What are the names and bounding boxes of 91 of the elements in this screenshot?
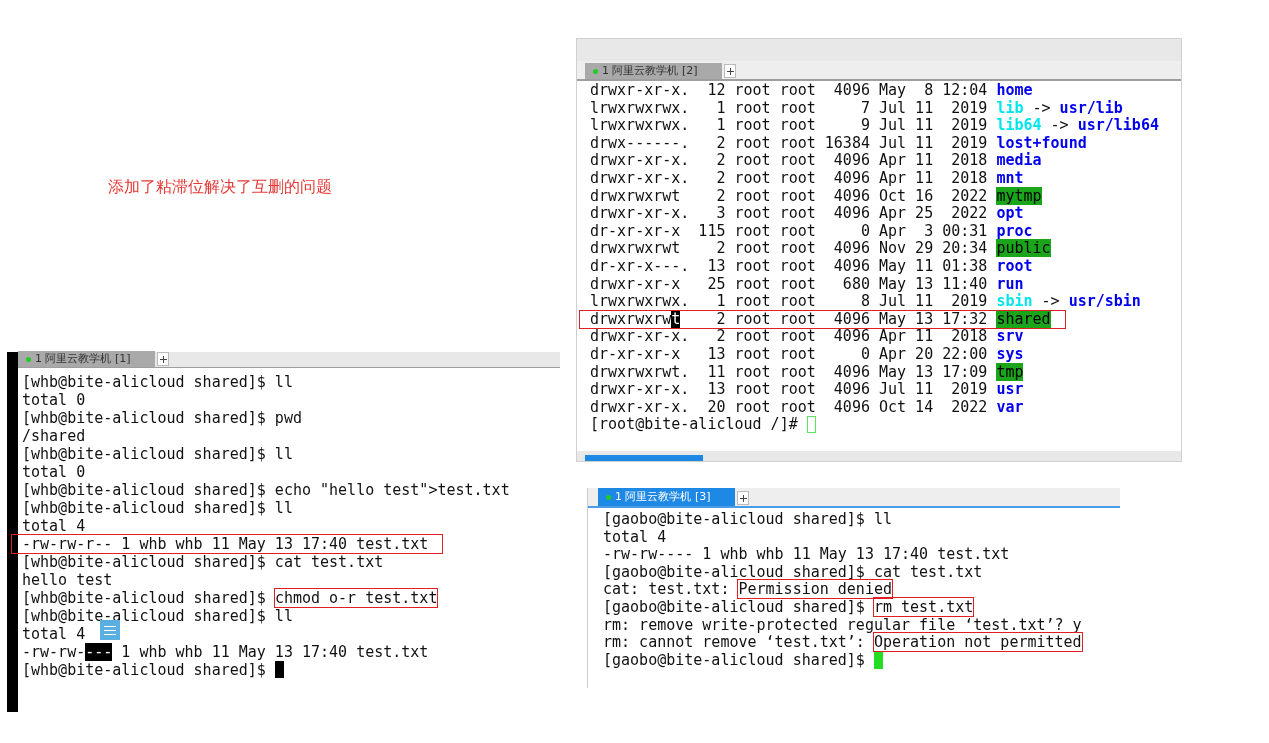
terminal-text: Permission denied [738, 580, 892, 599]
directory-name: lost+found [996, 133, 1087, 152]
new-tab-icon[interactable] [736, 491, 749, 505]
terminal-text: drwxr-xr-x. 3 root root 4096 Apr 25 2022 [590, 204, 989, 223]
terminal-text: -rw-rw---- 1 whb whb 11 May 13 17:40 test.txt [603, 545, 1010, 564]
terminal-text: [whb@bite-alicloud shared]$ echo "hello test">test.txt [22, 481, 510, 499]
terminal-text: drwxrwxrwt 2 root root 4096 Oct 16 2022 [590, 186, 989, 205]
terminal-text: -> [1031, 98, 1052, 117]
directory-name: shared [996, 309, 1051, 328]
directory-name: opt [996, 204, 1024, 223]
cursor [873, 651, 883, 669]
directory-name: usr [996, 380, 1024, 399]
terminal-text: [gaobo@bite-alicloud shared]$ [603, 650, 866, 669]
tab[interactable]: 1 阿里云教学机 [3] [598, 488, 735, 506]
terminal-text: /shared [22, 427, 86, 445]
directory-name: media [996, 151, 1042, 170]
directory-name: public [996, 239, 1051, 258]
terminal-text: [whb@bite-alicloud shared]$ pwd [22, 409, 302, 427]
terminal-text: drwxr-xr-x. 2 root root 4096 Apr 11 2018 [590, 168, 989, 187]
directory-name: mnt [996, 168, 1024, 187]
new-tab-icon[interactable] [723, 64, 736, 78]
terminal-text: drwxr-xr-x. 13 root root 4096 Jul 11 2019 [590, 380, 989, 399]
terminal-text: lrwxrwxrwx. 1 root root 7 Jul 11 2019 [590, 98, 989, 117]
tab-label: 1 阿里云教学机 [3] [615, 488, 712, 505]
terminal-text: [whb@bite-alicloud shared]$ ll [22, 445, 293, 463]
terminal-text: [whb@bite-alicloud shared]$ ll [22, 499, 293, 517]
new-tab-icon[interactable] [156, 352, 169, 366]
terminal-text: [gaobo@bite-alicloud shared]$ cat test.txt [603, 562, 983, 581]
terminal-text: dr-xr-x---. 13 root root 4096 May 11 01:38 [590, 256, 989, 275]
directory-name: var [996, 397, 1024, 416]
terminal-text: [whb@bite-alicloud shared]$ [22, 589, 267, 607]
terminal-text: cat: test.txt: [603, 580, 731, 599]
terminal-text: total 0 [22, 463, 86, 481]
terminal-text: rm test.txt [873, 597, 974, 616]
terminal-text: total 0 [22, 391, 86, 409]
directory-name: mytmp [996, 186, 1042, 205]
cursor [806, 416, 816, 434]
terminal-text: drwxrwxrwt. 11 root root 4096 May 13 17:09 [590, 362, 989, 381]
terminal-text: 1 whb whb 11 May 13 17:40 test.txt [120, 643, 429, 661]
link-name: lib [996, 98, 1024, 117]
terminal-text: drwxr-xr-x. 20 root root 4096 Oct 14 2022 [590, 397, 989, 416]
terminal-text: drwxr-xr-x. 2 root root 4096 Apr 11 2018 [590, 327, 989, 346]
directory-name: tmp [996, 362, 1024, 381]
terminal-text: [whb@bite-alicloud shared]$ cat test.txt [22, 553, 384, 571]
link-name: lib64 [996, 116, 1042, 135]
terminal-text: -> [1049, 116, 1070, 135]
terminal-text: -> [1040, 292, 1061, 311]
directory-name: usr/sbin [1068, 292, 1141, 311]
tab[interactable]: 1 阿里云教学机 [1] [18, 351, 155, 367]
terminal-text: chmod o-r test.txt [274, 589, 438, 607]
link-name: sbin [996, 292, 1033, 311]
terminal-text: hello test [22, 571, 113, 589]
tab-label: 1 阿里云教学机 [2] [602, 62, 699, 79]
terminal-text: lrwxrwxrwx. 1 root root 8 Jul 11 2019 [590, 292, 989, 311]
terminal-text: drwxr-xr-x. 12 root root 4096 May 8 12:04 [590, 81, 989, 99]
terminal-text: [whb@bite-alicloud shared]$ [22, 661, 267, 679]
terminal-text: drwxrwxrw [590, 309, 672, 328]
terminal-text: dr-xr-xr-x 13 root root 0 Apr 20 22:00 [590, 344, 989, 363]
tab-label: 1 阿里云教学机 [1] [35, 350, 132, 367]
cursor [274, 661, 284, 678]
terminal-text: [whb@bite-alicloud shared]$ ll [22, 607, 293, 625]
caption: 添加了粘滞位解决了互删的问题 [108, 176, 332, 198]
terminal-text: [gaobo@bite-alicloud shared]$ [603, 597, 866, 616]
terminal-text: drwxr-xr-x 25 root root 680 May 13 11:40 [590, 274, 989, 293]
terminal-text: 2 root root 4096 May 13 17:32 [715, 309, 989, 328]
terminal-text: drwx------. 2 root root 16384 Jul 11 2019 [590, 133, 989, 152]
terminal-text: lrwxrwxrwx. 1 root root 9 Jul 11 2019 [590, 116, 989, 135]
terminal-text: Operation not permitted [873, 633, 1082, 652]
terminal-text: -rw-rw-r-- 1 whb whb 11 May 13 17:40 test.txt [22, 535, 429, 553]
highlighted-text: t [671, 309, 681, 328]
terminal-text: [gaobo@bite-alicloud shared]$ ll [603, 510, 892, 528]
directory-name: home [996, 81, 1033, 99]
directory-name: run [996, 274, 1024, 293]
terminal-text: total 4 [603, 527, 667, 546]
directory-name: proc [996, 221, 1033, 240]
terminal-text: rm: cannot remove ‘test.txt’: [603, 633, 866, 652]
terminal-text: total 4 [22, 625, 86, 643]
directory-name: usr/lib [1059, 98, 1123, 117]
terminal-text: -rw-rw- [22, 643, 86, 661]
directory-name: root [996, 256, 1033, 275]
terminal-text: dr-xr-xr-x 115 root root 0 Apr 3 00:31 [590, 221, 989, 240]
directory-name: usr/lib64 [1077, 116, 1159, 135]
terminal-text: [root@bite-alicloud /]# [590, 415, 799, 434]
terminal-text: [whb@bite-alicloud shared]$ ll [22, 373, 293, 391]
directory-name: sys [996, 344, 1024, 363]
terminal-text: drwxr-xr-x. 2 root root 4096 Apr 11 2018 [590, 151, 989, 170]
terminal-text: total 4 [22, 517, 86, 535]
highlighted-text: --- [85, 643, 113, 661]
tab[interactable]: 1 阿里云教学机 [2] [585, 63, 722, 79]
terminal-text: drwxrwxrwt 2 root root 4096 Nov 29 20:34 [590, 239, 989, 258]
directory-name: srv [996, 327, 1024, 346]
